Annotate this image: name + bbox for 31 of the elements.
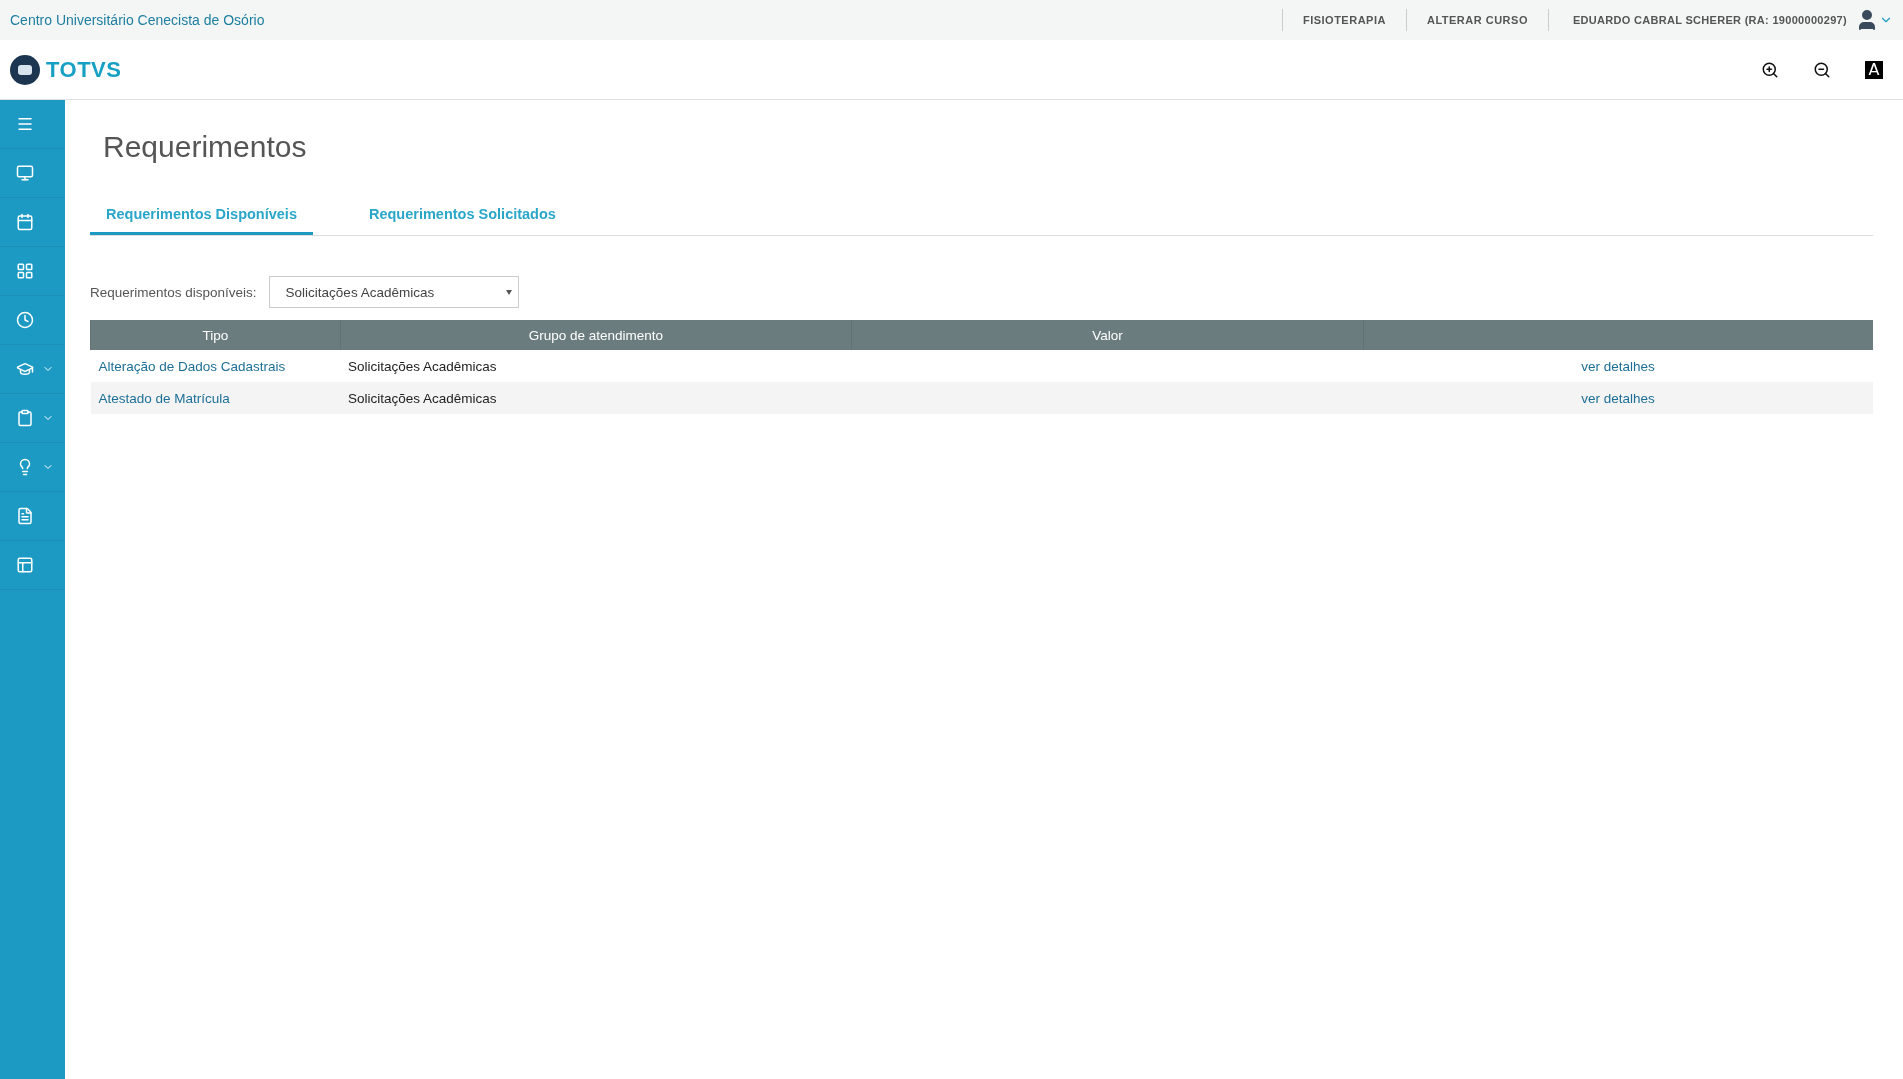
logo-icon (10, 54, 40, 85)
calendar-icon (16, 213, 34, 231)
layout-icon (16, 556, 34, 574)
zoom-in-button[interactable] (1761, 60, 1779, 79)
zoom-out-button[interactable] (1813, 60, 1831, 79)
top-link[interactable]: FISIOTERAPIA (1281, 9, 1406, 31)
document-icon (16, 507, 34, 525)
type-link[interactable]: Atestado de Matrícula (98, 390, 230, 406)
top-link[interactable]: ALTERAR CURSO (1405, 9, 1548, 31)
institution-name: Centro Universitário Cenecista de Osório (10, 12, 266, 28)
logo-text: TOTVS (46, 56, 122, 83)
monitor-icon (16, 164, 34, 182)
filter-label: Requerimentos disponíveis: (90, 284, 257, 300)
menu-icon (16, 115, 34, 133)
clipboard-icon (16, 409, 34, 427)
table-cell: Solicitações Acadêmicas (340, 382, 852, 414)
details-link[interactable]: ver detalhes (1581, 390, 1655, 406)
page-title: Requerimentos (103, 130, 308, 164)
column-header: Tipo (90, 320, 341, 350)
column-header: Valor (851, 320, 1364, 350)
clock-icon (16, 311, 34, 329)
grid-icon (16, 262, 34, 280)
caret-icon (505, 289, 512, 295)
user-name: EDUARDO CABRAL SCHERER (RA: 19000000297) (1547, 9, 1855, 31)
table-cell: Solicitações Acadêmicas (340, 350, 852, 382)
contrast-button[interactable]: A (1865, 60, 1883, 79)
select-field[interactable]: Solicitações Acadêmicas (268, 276, 519, 308)
type-link[interactable]: Alteração de Dados Cadastrais (98, 358, 286, 374)
column-header: Grupo de atendimento (340, 320, 852, 350)
details-link[interactable]: ver detalhes (1581, 358, 1655, 374)
graduation-cap-icon (16, 360, 34, 378)
